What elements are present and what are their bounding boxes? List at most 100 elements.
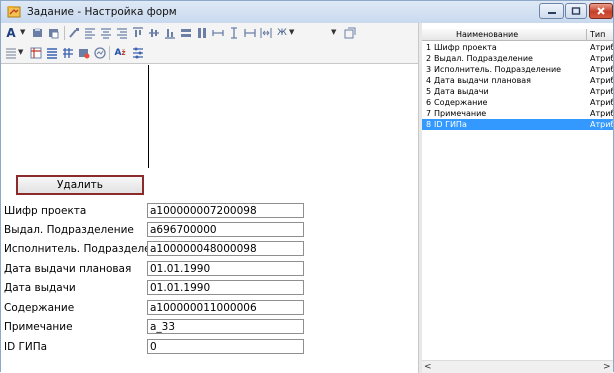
delete-button[interactable]: Удалить <box>16 175 144 195</box>
row-number: 6 <box>426 98 432 107</box>
field-value-input[interactable] <box>147 319 304 334</box>
scroll-left-icon[interactable]: < <box>424 362 434 372</box>
field-value-input[interactable] <box>147 261 304 276</box>
field-label: Примечание <box>4 321 73 333</box>
align-center-icon[interactable] <box>99 26 113 40</box>
window-title: Задание - Настройка форм <box>27 6 177 18</box>
maximize-icon <box>571 7 581 15</box>
text-size-dropdown-arrow[interactable]: ▼ <box>289 28 294 36</box>
rows-icon[interactable] <box>45 46 59 60</box>
close-icon <box>597 7 605 15</box>
text-size-icon[interactable]: Ж <box>275 26 289 40</box>
style-dropdown-arrow[interactable]: ▼ <box>331 28 336 36</box>
row-type: Атрибут <box>590 76 613 85</box>
field-value-input[interactable] <box>147 241 304 256</box>
row-name: ID ГИПа <box>434 120 467 129</box>
table-row[interactable]: 3 Исполнитель. Подразделение Атрибут <box>422 64 613 75</box>
row-type: Атрибут <box>590 65 613 74</box>
space-horizontal-icon[interactable] <box>211 26 225 40</box>
field-label: Дата выдачи <box>4 282 76 294</box>
field-value-input[interactable] <box>147 280 304 295</box>
insert-image-icon[interactable] <box>93 46 107 60</box>
field-label: Содержание <box>4 302 75 314</box>
align-bottom-icon[interactable] <box>163 26 177 40</box>
form-settings-window: Задание - Настройка форм A ▼ Ж ▼ ▼ ▼ A ž… <box>0 0 614 373</box>
grid-header: Наименование Тип <box>422 29 613 41</box>
align-right-icon[interactable] <box>115 26 129 40</box>
minimize-icon <box>547 12 556 14</box>
sort-glyph: A <box>114 48 122 58</box>
row-name: Шифр проекта <box>434 43 497 52</box>
table-row[interactable]: 1 Шифр проекта Атрибут <box>422 42 613 53</box>
row-number: 7 <box>426 109 432 118</box>
table-row[interactable]: 7 Примечание Атрибут <box>422 108 613 119</box>
formatting-toolbar: A ▼ Ж ▼ ▼ <box>1 23 418 44</box>
scroll-right-icon[interactable]: > <box>603 362 613 372</box>
row-name: Содержание <box>434 98 488 107</box>
field-value-input[interactable] <box>147 222 304 237</box>
form-preview-area[interactable] <box>1 65 149 168</box>
row-type: Атрибут <box>590 120 613 129</box>
distribute-icon[interactable] <box>243 26 257 40</box>
row-name: Исполнитель. Подразделение <box>434 65 562 74</box>
title-bar[interactable]: Задание - Настройка форм <box>1 1 613 24</box>
grid-icon[interactable] <box>61 46 75 60</box>
row-type: Атрибут <box>590 109 613 118</box>
insert-field-icon[interactable] <box>77 46 91 60</box>
sort-sub-glyph: ž <box>121 49 126 57</box>
sort-icon[interactable]: Až <box>113 46 127 60</box>
list-view-icon[interactable] <box>4 46 18 60</box>
align-top-icon[interactable] <box>131 26 145 40</box>
maximize-button[interactable] <box>565 3 587 19</box>
table-row[interactable]: 6 Содержание Атрибут <box>422 97 613 108</box>
font-dropdown-arrow[interactable]: ▼ <box>20 28 25 36</box>
field-label: Исполнитель. Подразделе <box>4 243 151 255</box>
align-left-icon[interactable] <box>83 26 97 40</box>
copy-format-icon[interactable] <box>31 26 45 40</box>
field-label: ID ГИПа <box>4 341 48 353</box>
horizontal-scrollbar[interactable]: < > <box>422 360 613 373</box>
row-number: 8 <box>426 120 432 129</box>
settings-icon[interactable] <box>131 46 145 60</box>
row-number: 5 <box>426 87 432 96</box>
fields-grid: Наименование Тип 1 Шифр проекта Атрибут … <box>422 23 613 373</box>
field-label: Шифр проекта <box>4 205 87 217</box>
close-button[interactable] <box>589 3 613 19</box>
resize-icon[interactable] <box>259 26 273 40</box>
row-number: 1 <box>426 43 432 52</box>
field-label: Дата выдачи плановая <box>4 263 132 275</box>
row-name: Примечание <box>434 109 487 118</box>
row-type: Атрибут <box>590 43 613 52</box>
row-type: Атрибут <box>590 87 613 96</box>
table-row[interactable]: 5 Дата выдачи Атрибут <box>422 86 613 97</box>
row-name: Выдал. Подразделение <box>434 54 533 63</box>
table-icon[interactable] <box>29 46 43 60</box>
field-value-input[interactable] <box>147 339 304 354</box>
space-vertical-icon[interactable] <box>227 26 241 40</box>
table-row[interactable]: 2 Выдал. Подразделение Атрибут <box>422 53 613 64</box>
table-row-selected[interactable]: 8 ID ГИПа Атрибут <box>422 119 613 130</box>
font-icon[interactable]: A <box>4 26 18 40</box>
row-number: 4 <box>426 76 432 85</box>
app-icon <box>7 6 21 18</box>
table-row[interactable]: 4 Дата выдачи плановая Атрибут <box>422 75 613 86</box>
field-value-input[interactable] <box>147 203 304 218</box>
paste-format-icon[interactable] <box>47 26 61 40</box>
form-designer-pane: A ▼ Ж ▼ ▼ ▼ A ž Удалить Шифр проекта a10… <box>1 23 418 373</box>
brush-icon[interactable] <box>67 26 81 40</box>
row-type: Атрибут <box>590 54 613 63</box>
properties-icon[interactable] <box>343 26 357 40</box>
column-header-type[interactable]: Тип <box>590 29 605 40</box>
field-label: Выдал. Подразделение <box>4 224 134 236</box>
minimize-button[interactable] <box>539 3 564 19</box>
row-type: Атрибут <box>590 98 613 107</box>
same-width-icon[interactable] <box>179 26 193 40</box>
row-name: Дата выдачи <box>434 87 489 96</box>
view-dropdown-arrow[interactable]: ▼ <box>18 48 23 56</box>
same-height-icon[interactable] <box>195 26 209 40</box>
column-header-name[interactable]: Наименование <box>456 29 518 40</box>
field-value-input[interactable] <box>147 300 304 315</box>
row-name: Дата выдачи плановая <box>434 76 531 85</box>
align-middle-icon[interactable] <box>147 26 161 40</box>
insert-toolbar: ▼ Až <box>1 43 418 64</box>
